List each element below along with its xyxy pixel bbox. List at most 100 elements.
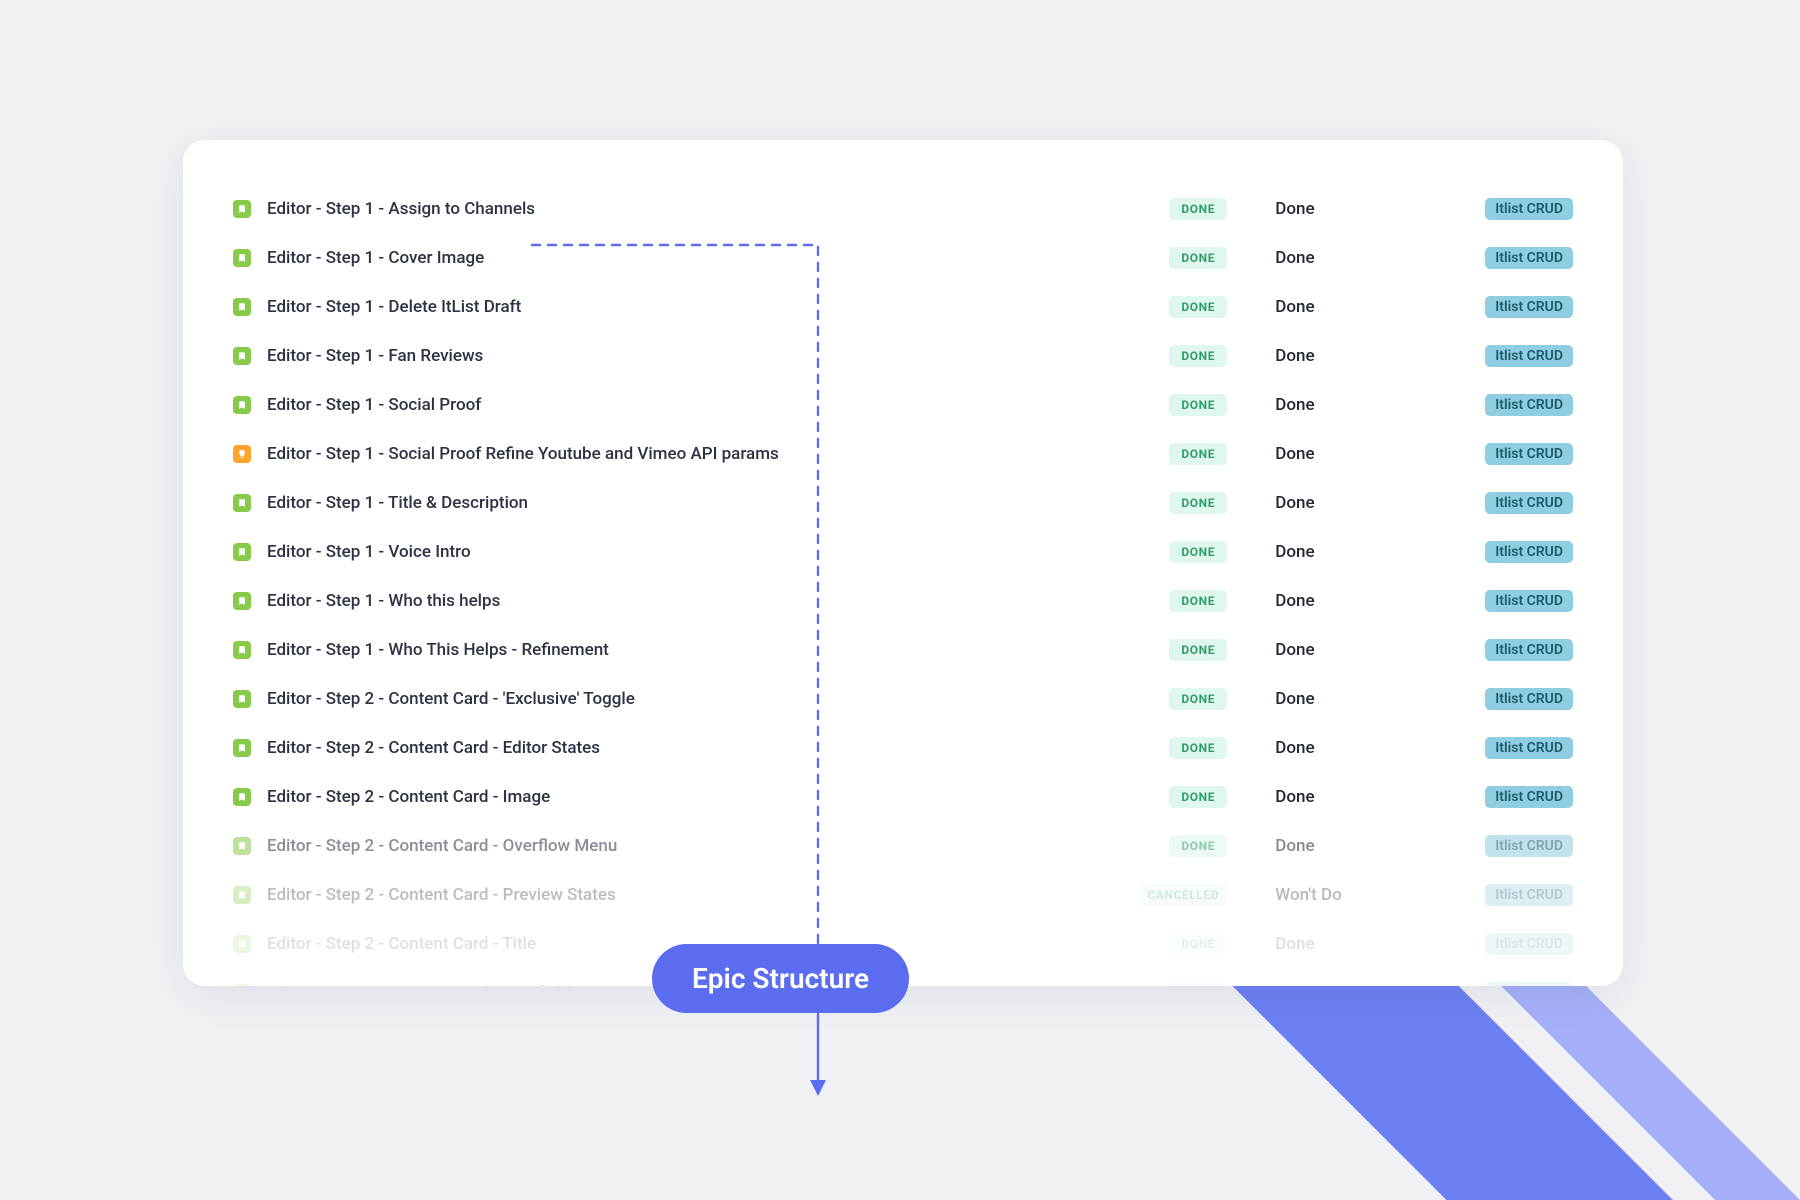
status-badge: DONE: [1169, 443, 1227, 465]
epic-tag[interactable]: Itlist CRUD: [1485, 198, 1573, 220]
bookmark-icon: [233, 347, 251, 365]
status-text: Done: [1275, 346, 1425, 366]
task-title: Editor - Step 1 - Fan Reviews: [267, 346, 1169, 366]
epic-tag[interactable]: Itlist CRUD: [1485, 296, 1573, 318]
task-title: Editor - Step 2 - Content Card - Preview…: [267, 885, 1139, 905]
status-text: Done: [1275, 836, 1425, 856]
status-badge: DONE: [1169, 786, 1227, 808]
epic-tag[interactable]: Itlist CRUD: [1485, 835, 1573, 857]
epic-tag[interactable]: Itlist CRUD: [1485, 492, 1573, 514]
task-row[interactable]: Editor - Step 1 - Who this helpsDONE Done…: [233, 576, 1573, 625]
epic-tag[interactable]: Itlist CRUD: [1485, 933, 1573, 955]
bookmark-icon: [233, 298, 251, 316]
task-title: Editor - Step 1 - Who This Helps - Refin…: [267, 640, 1169, 660]
bookmark-icon: [233, 788, 251, 806]
status-badge: DONE: [1169, 247, 1227, 269]
epic-tag[interactable]: Itlist CRUD: [1485, 884, 1573, 906]
status-badge: DONE: [1169, 296, 1227, 318]
bookmark-icon: [233, 494, 251, 512]
task-title: Editor - Step 1 - Social Proof Refine Yo…: [267, 444, 1169, 464]
task-title: Editor - Step 2 - Content Card - Editor …: [267, 738, 1169, 758]
lightbulb-icon: [233, 445, 251, 463]
task-list-card: Editor - Step 1 - Assign to ChannelsDONE…: [183, 140, 1623, 986]
task-row[interactable]: Editor - Step 1 - Fan ReviewsDONE Done Itl…: [233, 331, 1573, 380]
task-title: Editor - Step 2 - Content Card - Overflo…: [267, 836, 1169, 856]
status-badge: DONE: [1169, 590, 1227, 612]
status-badge: DONE: [1169, 492, 1227, 514]
bookmark-icon: [233, 592, 251, 610]
status-text: Done: [1275, 787, 1425, 807]
task-row[interactable]: Editor - Step 2 - Content Card - ImageDO…: [233, 772, 1573, 821]
epic-tag[interactable]: Itlist CRUD: [1485, 737, 1573, 759]
task-row[interactable]: Editor - Step 1 - Social ProofDONE Done It…: [233, 380, 1573, 429]
task-row[interactable]: Editor - Step 1 - Who This Helps - Refin…: [233, 625, 1573, 674]
epic-tag[interactable]: Itlist CRUD: [1485, 247, 1573, 269]
status-text: Done: [1275, 738, 1425, 758]
task-row[interactable]: Editor - Step 1 - Social Proof Refine Yo…: [233, 429, 1573, 478]
epic-tag[interactable]: Itlist CRUD: [1485, 982, 1573, 987]
status-text: Done: [1275, 493, 1425, 513]
status-text: Done: [1275, 395, 1425, 415]
status-badge: DONE: [1169, 541, 1227, 563]
status-badge: DONE: [1169, 982, 1227, 987]
task-title: Editor - Step 1 - Assign to Channels: [267, 199, 1169, 219]
bookmark-icon: [233, 935, 251, 953]
bookmark-icon: [233, 837, 251, 855]
status-badge: DONE: [1169, 198, 1227, 220]
task-title: Editor - Step 1 - Who this helps: [267, 591, 1169, 611]
epic-tag[interactable]: Itlist CRUD: [1485, 639, 1573, 661]
bookmark-icon: [233, 886, 251, 904]
bookmark-icon: [233, 396, 251, 414]
status-badge: DONE: [1169, 737, 1227, 759]
bookmark-icon: [233, 249, 251, 267]
task-row[interactable]: Editor - Step 2 - Content Card - Editor …: [233, 723, 1573, 772]
status-text: Done: [1275, 542, 1425, 562]
task-title: Editor - Step 1 - Delete ItList Draft: [267, 297, 1169, 317]
epic-tag[interactable]: Itlist CRUD: [1485, 443, 1573, 465]
status-text: Won't Do: [1275, 885, 1425, 905]
task-row[interactable]: Editor - Step 2 - Content Card - Overflo…: [233, 821, 1573, 870]
task-row[interactable]: Editor - Step 1 - Title & DescriptionDON…: [233, 478, 1573, 527]
task-row[interactable]: Editor - Step 2 - Content Card - Preview…: [233, 870, 1573, 919]
status-text: Done: [1275, 934, 1425, 954]
task-row[interactable]: Editor - Step 1 - Voice IntroDONE Done Itl…: [233, 527, 1573, 576]
status-text: Done: [1275, 983, 1425, 987]
task-row[interactable]: Editor - Step 2 - Content Card - 'Exclus…: [233, 674, 1573, 723]
status-badge: DONE: [1169, 688, 1227, 710]
epic-tag[interactable]: Itlist CRUD: [1485, 786, 1573, 808]
status-badge: DONE: [1169, 639, 1227, 661]
bookmark-icon: [233, 641, 251, 659]
status-badge: DONE: [1169, 394, 1227, 416]
epic-tag[interactable]: Itlist CRUD: [1485, 394, 1573, 416]
status-badge: CANCELLED: [1139, 884, 1227, 906]
bookmark-icon: [233, 984, 251, 987]
epic-tag[interactable]: Itlist CRUD: [1485, 345, 1573, 367]
status-text: Done: [1275, 297, 1425, 317]
task-title: Editor - Step 2 - Content Card - 'Exclus…: [267, 689, 1169, 709]
status-text: Done: [1275, 689, 1425, 709]
status-text: Done: [1275, 591, 1425, 611]
status-text: Done: [1275, 248, 1425, 268]
bookmark-icon: [233, 543, 251, 561]
task-title: Editor - Step 1 - Voice Intro: [267, 542, 1169, 562]
epic-tag[interactable]: Itlist CRUD: [1485, 541, 1573, 563]
epic-tag[interactable]: Itlist CRUD: [1485, 590, 1573, 612]
status-badge: DONE: [1169, 835, 1227, 857]
task-row[interactable]: Editor - Step 1 - Assign to ChannelsDONE…: [233, 184, 1573, 233]
task-row[interactable]: Editor - Step 1 - Cover ImageDONE Done Itl…: [233, 233, 1573, 282]
task-title: Editor - Step 2 - Content Card - Image: [267, 787, 1169, 807]
status-badge: DONE: [1169, 345, 1227, 367]
status-text: Done: [1275, 199, 1425, 219]
status-text: Done: [1275, 640, 1425, 660]
task-title: Editor - Step 1 - Title & Description: [267, 493, 1169, 513]
bookmark-icon: [233, 200, 251, 218]
task-row[interactable]: Editor - Step 1 - Delete ItList DraftDON…: [233, 282, 1573, 331]
status-badge: DONE: [1169, 933, 1227, 955]
epic-tag[interactable]: Itlist CRUD: [1485, 688, 1573, 710]
task-title: Editor - Step 1 - Social Proof: [267, 395, 1169, 415]
bookmark-icon: [233, 739, 251, 757]
bookmark-icon: [233, 690, 251, 708]
epic-structure-callout: Epic Structure: [652, 944, 909, 1013]
status-text: Done: [1275, 444, 1425, 464]
task-title: Editor - Step 1 - Cover Image: [267, 248, 1169, 268]
